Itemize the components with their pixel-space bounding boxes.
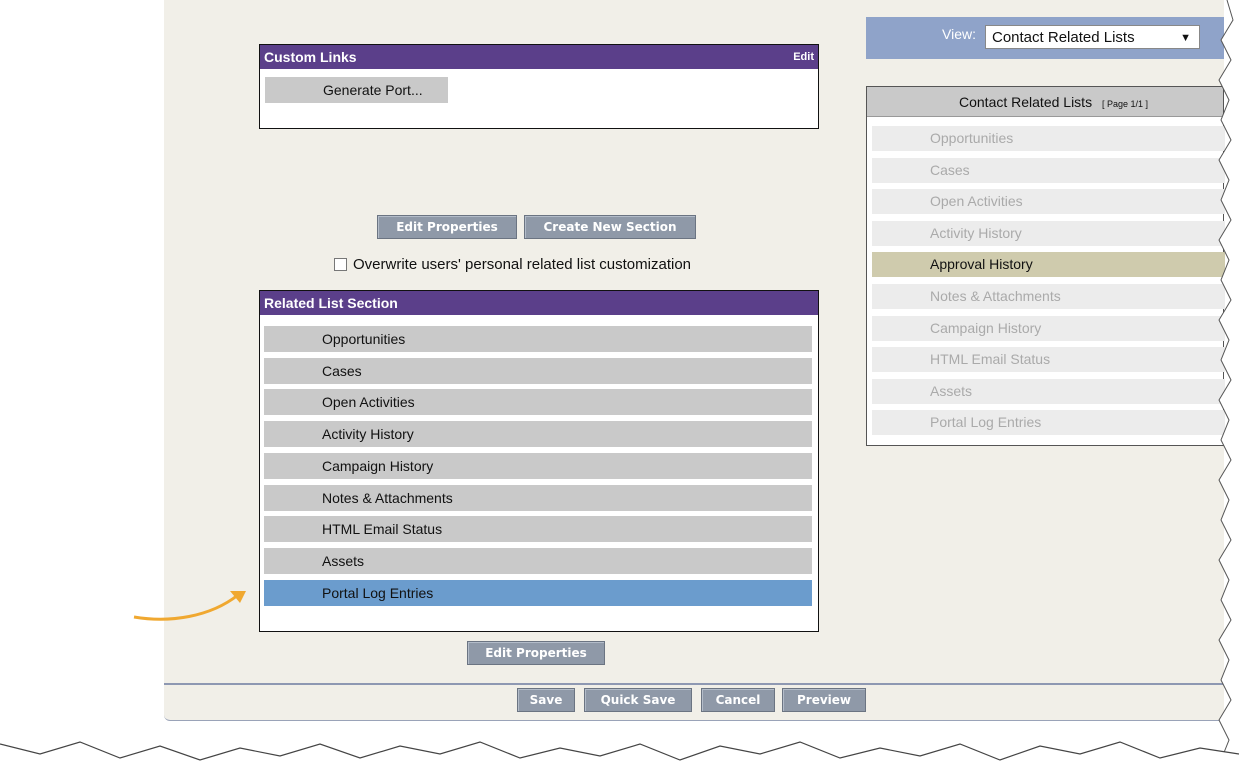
related-list-item[interactable]: Cases: [264, 357, 812, 384]
available-related-list-item[interactable]: Cases: [872, 157, 1225, 183]
save-button[interactable]: Save: [517, 688, 575, 712]
available-related-list-item[interactable]: Notes & Attachments: [872, 284, 1225, 309]
footer-divider: [164, 683, 1224, 685]
custom-link-generate-port[interactable]: Generate Port...: [265, 77, 448, 103]
custom-links-panel: Custom Links Edit Generate Port...: [259, 44, 819, 129]
preview-button[interactable]: Preview: [782, 688, 866, 712]
edit-properties-bottom-button[interactable]: Edit Properties: [467, 641, 605, 665]
custom-links-title: Custom Links: [264, 49, 357, 65]
page-indicator: [ Page 1/1 ]: [1101, 99, 1149, 109]
view-select[interactable]: Contact Related Lists ▼: [985, 25, 1200, 49]
available-related-list-item[interactable]: Portal Log Entries: [872, 410, 1225, 436]
related-list-section-header: Related List Section: [260, 291, 818, 315]
custom-links-edit-link[interactable]: Edit: [793, 45, 814, 69]
related-list-item[interactable]: HTML Email Status: [264, 516, 812, 543]
available-related-list-item[interactable]: Opportunities: [872, 126, 1225, 151]
related-list-item[interactable]: Campaign History: [264, 452, 812, 479]
custom-links-header: Custom Links Edit: [260, 45, 818, 69]
view-label: View:: [942, 26, 976, 42]
available-related-list-item[interactable]: Approval History: [872, 252, 1225, 278]
overwrite-customization-checkbox[interactable]: [334, 258, 347, 271]
related-list-item[interactable]: Assets: [264, 547, 812, 574]
cancel-button[interactable]: Cancel: [701, 688, 775, 712]
torn-edge-bottom: [0, 741, 1239, 774]
available-related-list-item[interactable]: HTML Email Status: [872, 347, 1225, 373]
create-new-section-button[interactable]: Create New Section: [524, 215, 696, 239]
quick-save-button[interactable]: Quick Save: [584, 688, 692, 712]
related-list-item[interactable]: Portal Log Entries: [264, 579, 812, 606]
available-related-list-item[interactable]: Assets: [872, 378, 1225, 404]
torn-edge-right: [1218, 0, 1239, 774]
available-related-list-item[interactable]: Campaign History: [872, 315, 1225, 341]
overwrite-customization-label: Overwrite users' personal related list c…: [353, 256, 691, 273]
chevron-down-icon: ▼: [1180, 32, 1191, 44]
available-related-list-item[interactable]: Open Activities: [872, 189, 1225, 215]
related-list-item[interactable]: Opportunities: [264, 326, 812, 352]
available-related-list-item[interactable]: Activity History: [872, 220, 1225, 246]
related-list-item[interactable]: Activity History: [264, 421, 812, 448]
related-list-item[interactable]: Notes & Attachments: [264, 484, 812, 511]
pointer-arrow-icon: [133, 591, 246, 621]
related-list-section-title: Related List Section: [264, 295, 398, 311]
contact-related-lists-panel: Contact Related Lists [ Page 1/1 ] Oppor…: [866, 86, 1225, 446]
overwrite-customization-row: Overwrite users' personal related list c…: [334, 256, 691, 273]
contact-related-lists-header: Contact Related Lists [ Page 1/1 ]: [867, 87, 1223, 117]
view-selected-value: Contact Related Lists: [992, 29, 1135, 46]
contact-related-lists-title: Contact Related Lists: [959, 94, 1093, 110]
related-list-item[interactable]: Open Activities: [264, 389, 812, 416]
edit-properties-button[interactable]: Edit Properties: [377, 215, 517, 239]
